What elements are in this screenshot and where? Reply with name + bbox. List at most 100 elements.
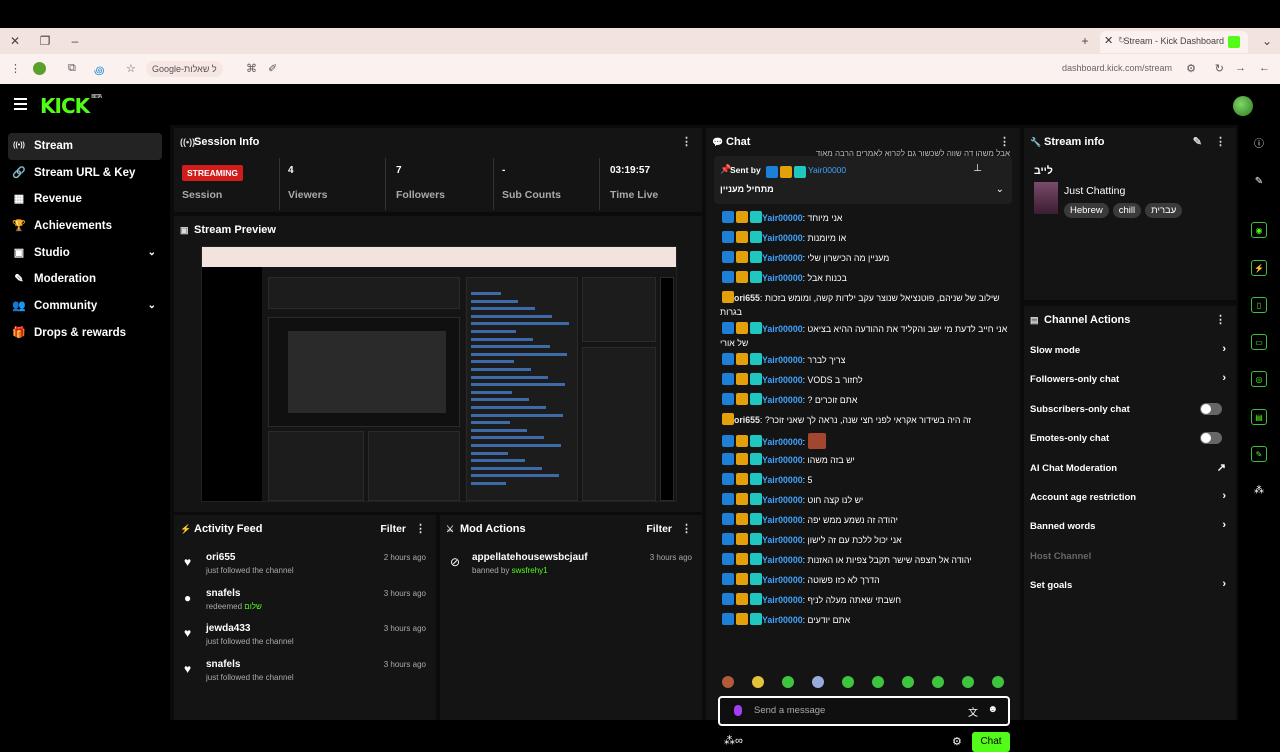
channel-action-subscribers-only-chat[interactable]: Subscribers-only chat bbox=[1030, 399, 1226, 421]
chat-username[interactable]: Yair00000 bbox=[762, 395, 803, 405]
back-icon[interactable]: ← bbox=[1259, 62, 1270, 74]
send-chat-button[interactable]: Chat bbox=[972, 732, 1010, 752]
mod-action-row[interactable]: ⊘ appellatehousewsbcjauf banned by swsfr… bbox=[450, 549, 692, 584]
emote-icon[interactable] bbox=[992, 676, 1004, 688]
minimize-window-icon[interactable]: – bbox=[68, 34, 82, 48]
sidebar-item[interactable]: 🔗 Stream URL & Key bbox=[8, 160, 162, 187]
chat-author[interactable]: Yair00000: bbox=[720, 573, 808, 585]
chat-username[interactable]: Yair00000 bbox=[762, 437, 803, 447]
reload-icon[interactable]: ↻ bbox=[1215, 62, 1224, 75]
toggle-switch[interactable] bbox=[1200, 432, 1222, 445]
chat-username[interactable]: Yair00000 bbox=[762, 515, 803, 525]
new-tab-icon[interactable]: + bbox=[1078, 34, 1092, 48]
google-search-chip[interactable]: Google-ל שאלות bbox=[146, 61, 223, 77]
sidebar-item[interactable]: 👥 Community ⌄ bbox=[8, 293, 162, 320]
emote-icon[interactable] bbox=[722, 676, 734, 688]
screenshot-icon[interactable]: ⌘ bbox=[246, 62, 257, 75]
chat-author[interactable]: Yair00000: bbox=[720, 493, 808, 505]
bookmark-star-icon[interactable]: ☆ bbox=[126, 62, 136, 75]
unpin-icon[interactable]: ⊥ bbox=[973, 163, 982, 174]
user-avatar[interactable] bbox=[1233, 96, 1253, 116]
chat-author[interactable]: Yair00000: bbox=[720, 353, 808, 365]
mic-icon[interactable] bbox=[734, 705, 742, 716]
activity-filter-button[interactable]: Filter bbox=[380, 515, 406, 543]
chat-username[interactable]: Yair00000 bbox=[762, 615, 803, 625]
chat-author[interactable]: Yair00000: bbox=[720, 231, 808, 243]
channel-action-followers-only-chat[interactable]: Followers-only chat › bbox=[1030, 369, 1226, 391]
chevron-down-icon[interactable]: ⌄ bbox=[996, 184, 1004, 195]
sidebar-item[interactable]: ((•)) Stream bbox=[8, 133, 162, 160]
activity-user[interactable]: jewda433 bbox=[206, 623, 250, 634]
forward-icon[interactable]: → bbox=[1235, 62, 1246, 74]
emote-icon[interactable] bbox=[872, 676, 884, 688]
emote-icon[interactable] bbox=[752, 676, 764, 688]
chat-username[interactable]: ori655 bbox=[734, 415, 760, 425]
sidebar-item[interactable]: ✎ Moderation bbox=[8, 266, 162, 293]
pencil-icon[interactable]: ✎ bbox=[1251, 174, 1267, 190]
chat-author[interactable]: Yair00000: bbox=[720, 435, 808, 447]
chat-username[interactable]: Yair00000 bbox=[762, 324, 803, 334]
chat-author[interactable]: Yair00000: bbox=[720, 251, 808, 263]
chevron-right-icon[interactable]: › bbox=[1222, 519, 1226, 531]
profile-icon[interactable] bbox=[33, 62, 46, 75]
url-field[interactable]: dashboard.kick.com/stream bbox=[1062, 63, 1172, 73]
chat-username[interactable]: Yair00000 bbox=[762, 455, 803, 465]
translate-icon[interactable]: ꩜ bbox=[94, 62, 104, 78]
activity-user[interactable]: snafels bbox=[206, 659, 240, 670]
chat-username[interactable]: Yair00000 bbox=[762, 213, 803, 223]
chevron-right-icon[interactable]: › bbox=[1222, 578, 1226, 590]
browser-tab[interactable]: ✕ ↻ Stream - Kick Dashboard bbox=[1100, 31, 1248, 53]
emote-icon[interactable] bbox=[962, 676, 974, 688]
chat-username[interactable]: Yair00000 bbox=[762, 555, 803, 565]
chevron-down-icon[interactable]: ⌄ bbox=[148, 240, 156, 266]
chat-username[interactable]: Yair00000 bbox=[762, 273, 803, 283]
close-tab-icon[interactable]: ✕ bbox=[1104, 34, 1113, 47]
kebab-menu-icon[interactable]: ⋮ bbox=[681, 515, 692, 543]
edit-icon[interactable]: ✎ bbox=[1193, 128, 1202, 156]
pinned-message[interactable]: 📌 Sent by Yair00000 מתחיל מעניין ⊥ ⌄ bbox=[714, 156, 1012, 204]
chat-author[interactable]: Yair00000: bbox=[720, 453, 808, 465]
activity-user[interactable]: ori655 bbox=[206, 552, 235, 563]
chat-author[interactable]: Yair00000: bbox=[720, 593, 808, 605]
chat-username[interactable]: ori655 bbox=[734, 293, 760, 303]
kebab-menu-icon[interactable]: ⋮ bbox=[1215, 306, 1226, 334]
restore-window-icon[interactable]: ❐ bbox=[38, 34, 52, 48]
points-icon[interactable]: ⁂ bbox=[1251, 483, 1267, 499]
tab-search-icon[interactable]: ⌄ bbox=[1260, 34, 1274, 48]
chevron-right-icon[interactable]: › bbox=[1222, 490, 1226, 502]
channel-action-emotes-only-chat[interactable]: Emotes-only chat bbox=[1030, 428, 1226, 450]
emote-icon[interactable] bbox=[842, 676, 854, 688]
chevron-right-icon[interactable]: › bbox=[1222, 343, 1226, 355]
channel-action-ai-chat-moderation[interactable]: AI Chat Moderation ↗ bbox=[1030, 458, 1226, 480]
sidebar-item[interactable]: ▦ Revenue bbox=[8, 186, 162, 213]
kebab-menu-icon[interactable]: ⋮ bbox=[415, 515, 426, 543]
chat-username[interactable]: Yair00000 bbox=[762, 253, 803, 263]
channel-action-banned-words[interactable]: Banned words › bbox=[1030, 516, 1226, 538]
chat-author[interactable]: Yair00000: bbox=[720, 513, 808, 525]
hamburger-menu-icon[interactable] bbox=[14, 98, 27, 110]
emoji-icon[interactable]: ☻ bbox=[987, 704, 998, 715]
site-settings-icon[interactable]: ⚙ bbox=[1186, 62, 1196, 75]
kebab-menu-icon[interactable]: ⋮ bbox=[1215, 128, 1226, 156]
close-window-icon[interactable]: ✕ bbox=[8, 34, 22, 48]
emote-icon[interactable] bbox=[812, 676, 824, 688]
chat-author[interactable]: Yair00000: bbox=[720, 373, 808, 385]
bolt-icon[interactable]: ⚡ bbox=[1251, 260, 1267, 276]
chat-username[interactable]: Yair00000 bbox=[762, 535, 803, 545]
eyedropper-icon[interactable]: ✐ bbox=[268, 62, 277, 75]
sidebar-item[interactable]: ▣ Studio ⌄ bbox=[8, 240, 162, 267]
emote-icon[interactable] bbox=[932, 676, 944, 688]
chat-message-input[interactable]: Send a message 文 ☻ bbox=[718, 696, 1010, 726]
chat-username[interactable]: Yair00000 bbox=[762, 595, 803, 605]
chat-username[interactable]: Yair00000 bbox=[762, 495, 803, 505]
emote-icon[interactable] bbox=[782, 676, 794, 688]
activity-user[interactable]: snafels bbox=[206, 588, 240, 599]
channel-action-slow-mode[interactable]: Slow mode › bbox=[1030, 340, 1226, 362]
book-icon[interactable]: ▯ bbox=[1251, 297, 1267, 313]
chat-icon[interactable]: ▭ bbox=[1251, 334, 1267, 350]
chat-author[interactable]: Yair00000: bbox=[720, 211, 808, 223]
camera-icon[interactable]: ◉ bbox=[1251, 222, 1267, 238]
activity-row[interactable]: ● snafels redeemed שלום 3 hours ago bbox=[184, 585, 426, 620]
external-link-icon[interactable]: ↗ bbox=[1217, 461, 1226, 474]
kebab-menu-icon[interactable]: ⋮ bbox=[681, 128, 692, 156]
